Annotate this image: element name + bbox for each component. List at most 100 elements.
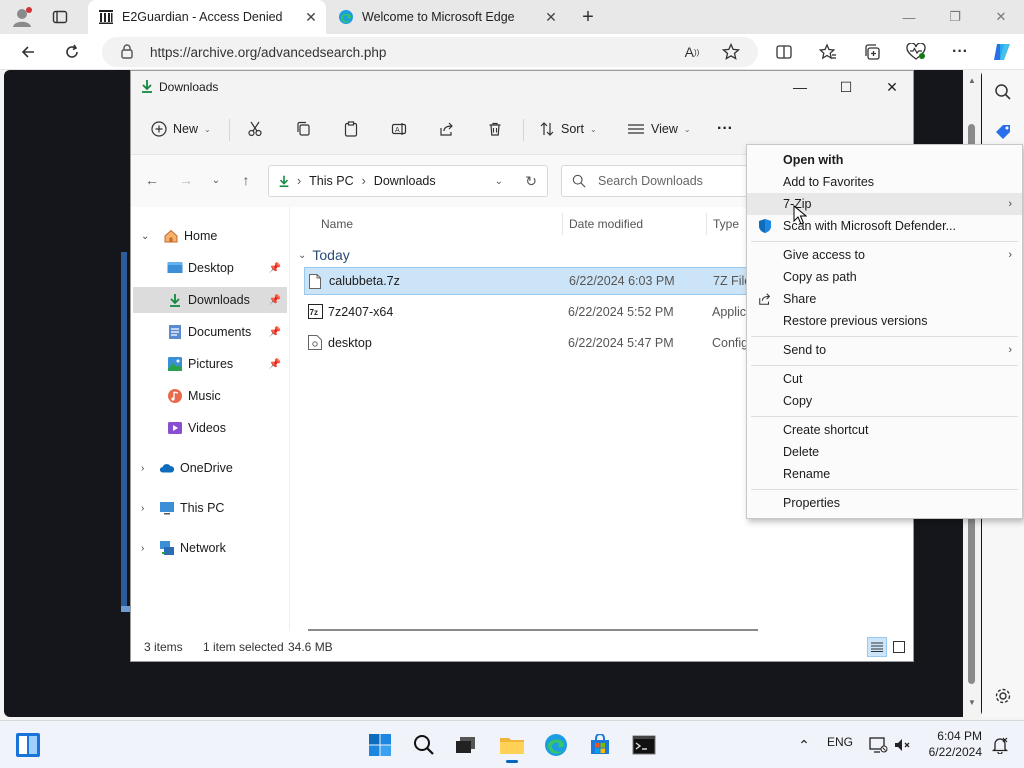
refresh-button[interactable] (58, 38, 86, 66)
menu-item-send-to[interactable]: Send to › (747, 339, 1022, 361)
column-header-name[interactable]: Name (321, 217, 353, 231)
nav-music[interactable]: Music (133, 383, 287, 409)
share-button[interactable] (439, 117, 461, 141)
close-window-icon[interactable]: ✕ (978, 0, 1024, 34)
menu-item-cut[interactable]: Cut (747, 368, 1022, 390)
gear-icon[interactable] (991, 684, 1015, 708)
recent-locations-icon[interactable]: ⌄ (205, 169, 227, 191)
nav-network[interactable]: › Network (133, 535, 287, 561)
column-divider[interactable] (706, 213, 707, 235)
copy-button[interactable] (295, 117, 317, 141)
minimize-icon[interactable]: — (886, 0, 932, 34)
menu-item-restore-versions[interactable]: Restore previous versions (747, 310, 1022, 332)
pin-icon[interactable]: 📌 (269, 327, 281, 338)
tab-edge-welcome[interactable]: Welcome to Microsoft Edge ✕ (328, 0, 566, 34)
terminal-icon[interactable] (628, 729, 660, 761)
menu-item-add-to-favorites[interactable]: Add to Favorites (747, 171, 1022, 193)
nav-home[interactable]: ⌄ Home (133, 223, 287, 249)
start-windows-icon[interactable] (364, 729, 396, 761)
column-divider[interactable] (562, 213, 563, 235)
chevron-right-icon[interactable]: › (141, 503, 144, 514)
search-input[interactable]: Search Downloads (561, 165, 761, 197)
group-header-today[interactable]: ⌄ Today (298, 247, 350, 263)
tab-e2guardian[interactable]: E2Guardian - Access Denied ✕ (88, 0, 326, 34)
view-button[interactable]: View ⌄ (627, 117, 691, 141)
nav-this-pc[interactable]: › This PC (133, 495, 287, 521)
store-icon[interactable] (584, 729, 616, 761)
scroll-up-icon[interactable]: ▲ (966, 76, 978, 85)
new-tab-button[interactable]: + (572, 1, 604, 33)
address-bar[interactable]: https://archive.org/advancedsearch.php (102, 37, 758, 67)
pin-icon[interactable]: 📌 (269, 359, 281, 370)
browser-essentials-icon[interactable] (904, 40, 928, 64)
breadcrumb-this-pc[interactable]: This PC (309, 174, 353, 188)
nav-downloads[interactable]: Downloads 📌 (133, 287, 287, 313)
tab-actions-icon[interactable] (44, 1, 76, 33)
menu-item-properties[interactable]: Properties (747, 492, 1022, 514)
show-hidden-icons-chevron[interactable]: ⌃ (788, 729, 820, 761)
nav-desktop[interactable]: Desktop 📌 (133, 255, 287, 281)
chevron-right-icon[interactable]: › (141, 463, 144, 474)
breadcrumb[interactable]: › This PC › Downloads ⌄ ↻ (268, 165, 548, 197)
back-arrow-icon[interactable]: ← (141, 169, 163, 191)
nav-pictures[interactable]: Pictures 📌 (133, 351, 287, 377)
close-tab-icon[interactable]: ✕ (542, 8, 560, 26)
menu-item-delete[interactable]: Delete (747, 441, 1022, 463)
paste-button[interactable] (343, 117, 365, 141)
close-tab-icon[interactable]: ✕ (302, 8, 320, 26)
menu-item-copy[interactable]: Copy (747, 390, 1022, 412)
chevron-down-icon[interactable]: ⌄ (495, 176, 503, 187)
search-icon[interactable] (991, 80, 1015, 104)
tiles-view-icon[interactable] (889, 637, 909, 657)
notification-bell-icon[interactable] (984, 729, 1016, 761)
menu-item-rename[interactable]: Rename (747, 463, 1022, 485)
copilot-icon[interactable] (990, 40, 1014, 64)
split-screen-icon[interactable] (772, 40, 796, 64)
nav-videos[interactable]: Videos (133, 415, 287, 441)
menu-item-scan-defender[interactable]: Scan with Microsoft Defender... (747, 215, 1022, 237)
chevron-down-icon[interactable]: ⌄ (141, 231, 149, 242)
forward-arrow-icon[interactable]: → (175, 169, 197, 191)
minimize-icon[interactable]: — (777, 71, 823, 103)
rename-button[interactable]: A (391, 117, 413, 141)
shopping-tag-icon[interactable] (991, 120, 1015, 144)
menu-item-7zip[interactable]: 7-Zip › (747, 193, 1022, 215)
breadcrumb-downloads[interactable]: Downloads (374, 174, 436, 188)
widgets-icon[interactable] (12, 729, 44, 761)
menu-item-give-access[interactable]: Give access to › (747, 244, 1022, 266)
sort-button[interactable]: Sort ⌄ (539, 117, 597, 141)
nav-documents[interactable]: Documents 📌 (133, 319, 287, 345)
nav-onedrive[interactable]: › OneDrive (133, 455, 287, 481)
column-header-date[interactable]: Date modified (569, 217, 643, 231)
search-icon[interactable] (408, 729, 440, 761)
favorites-icon[interactable] (816, 40, 840, 64)
details-view-icon[interactable] (867, 637, 887, 657)
scroll-down-icon[interactable]: ▼ (966, 698, 978, 707)
task-view-icon[interactable] (450, 729, 482, 761)
back-button[interactable] (14, 38, 42, 66)
maximize-icon[interactable]: ☐ (823, 71, 869, 103)
up-arrow-icon[interactable]: ↑ (235, 169, 257, 191)
column-header-type[interactable]: Type (713, 217, 739, 231)
menu-item-copy-as-path[interactable]: Copy as path (747, 266, 1022, 288)
settings-more-icon[interactable]: ··· (948, 40, 972, 64)
pin-icon[interactable]: 📌 (269, 263, 281, 274)
file-explorer-taskbar-icon[interactable] (496, 729, 528, 763)
pin-icon[interactable]: 📌 (269, 295, 281, 306)
menu-item-share[interactable]: Share (747, 288, 1022, 310)
profile-avatar[interactable] (6, 1, 38, 33)
delete-button[interactable] (487, 117, 509, 141)
cut-button[interactable] (247, 117, 269, 141)
system-clock[interactable]: 6:04 PM 6/22/2024 (912, 728, 982, 760)
favorite-star-icon[interactable] (719, 40, 743, 64)
collections-icon[interactable] (860, 40, 884, 64)
menu-item-open-with[interactable]: Open with (747, 149, 1022, 171)
close-icon[interactable]: ✕ (869, 71, 915, 103)
more-options-button[interactable]: ··· (717, 117, 733, 141)
restore-icon[interactable]: ❐ (932, 0, 978, 34)
edge-taskbar-icon[interactable] (540, 729, 572, 761)
chevron-right-icon[interactable]: › (141, 543, 144, 554)
menu-item-create-shortcut[interactable]: Create shortcut (747, 419, 1022, 441)
new-button[interactable]: New ⌄ (151, 117, 211, 141)
refresh-icon[interactable]: ↻ (525, 173, 537, 190)
